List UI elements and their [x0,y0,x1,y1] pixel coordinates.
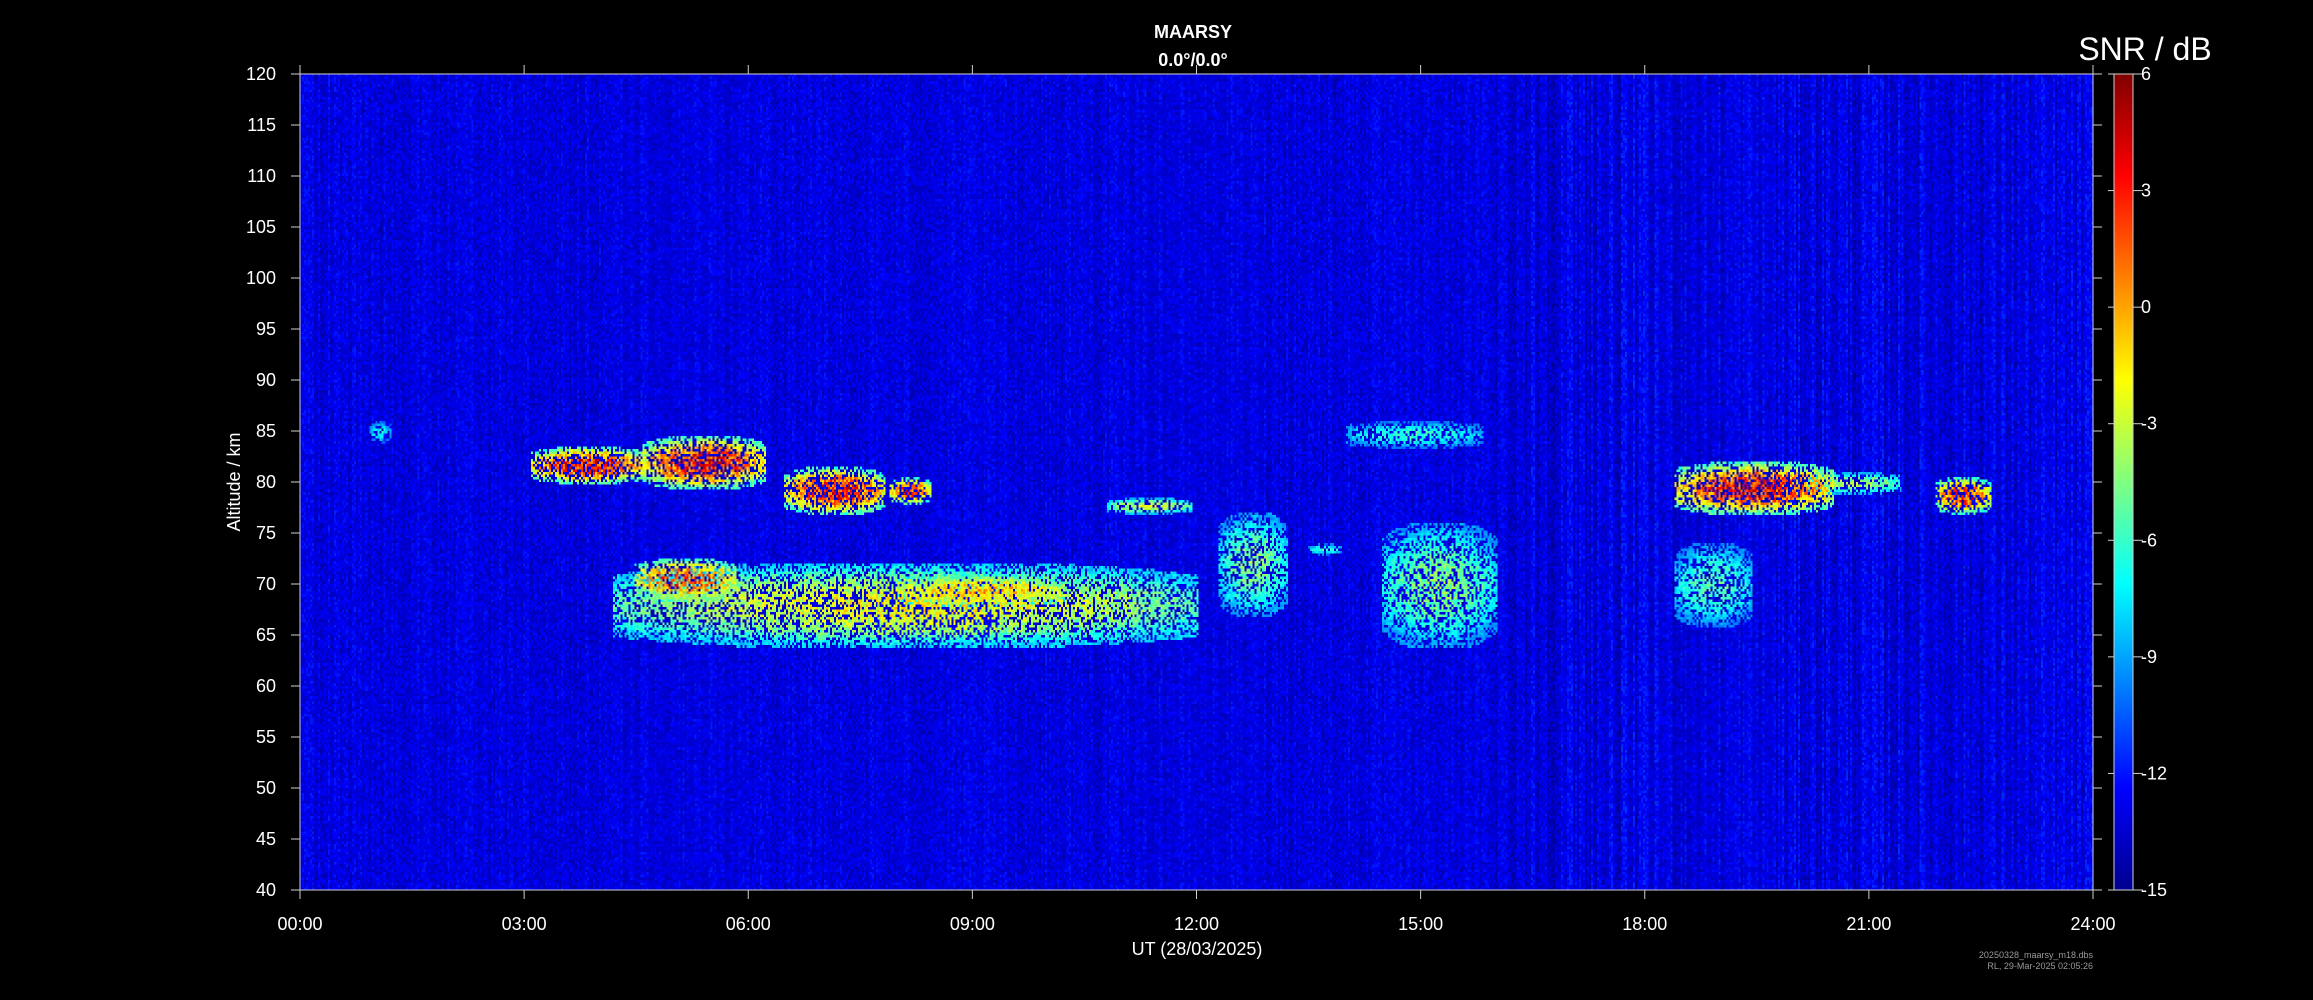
x-tick-label: 24:00 [2070,914,2115,934]
chart-subtitle: 0.0°/0.0° [1158,50,1227,70]
colorbar-tick-label: 0 [2141,297,2151,317]
y-tick-label: 115 [247,115,276,135]
x-tick-label: 00:00 [277,914,322,934]
colorbar: SNR / dB 6 3 0 -3 -6 -9 -12 -15 [2078,31,2211,900]
y-tick-label: 110 [247,166,276,186]
y-axis-label: Altitude / km [224,432,244,531]
y-tick-label: 75 [256,523,276,543]
radar-snr-figure: MAARSY 0.0°/0.0° 00:00 03:00 06:00 09:00 12:… [224,22,2212,971]
x-tick-label: 18:00 [1622,914,1667,934]
colorbar-tick-label: -15 [2141,880,2167,900]
y-tick-label: 55 [256,727,276,747]
y-tick-label: 80 [256,472,276,492]
footer-filename: 20250328_maarsy_m18.dbs [1979,950,2094,960]
footer-timestamp: RL, 29-Mar-2025 02:05:26 [1987,961,2093,971]
y-tick-label: 50 [256,778,276,798]
colorbar-tick-label: 6 [2141,64,2151,84]
y-tick-label: 105 [246,217,276,237]
y-tick-label: 45 [256,829,276,849]
x-tick-label: 03:00 [502,914,547,934]
x-tick-label: 12:00 [1174,914,1219,934]
y-tick-label: 95 [256,319,276,339]
y-tick-label: 60 [256,676,276,696]
x-tick-label: 15:00 [1398,914,1443,934]
heatmap-plot-area [300,74,2093,890]
colorbar-tick-label: -9 [2141,647,2157,667]
colorbar-tick-label: -12 [2141,763,2167,783]
chart-title: MAARSY [1154,22,1232,42]
y-tick-label: 70 [256,574,276,594]
y-tick-label: 90 [256,370,276,390]
colorbar-tick-label: -6 [2141,530,2157,550]
colorbar-tick-label: -3 [2141,414,2157,434]
y-tick-label: 85 [256,421,276,441]
heatmap-image [300,74,2093,890]
x-tick-label: 21:00 [1846,914,1891,934]
x-tick-label: 06:00 [726,914,771,934]
colorbar-tick-label: 3 [2141,181,2151,201]
x-tick-label: 09:00 [950,914,995,934]
colorbar-gradient [2113,73,2134,891]
x-axis-label: UT (28/03/2025) [1132,939,1263,959]
y-tick-label: 65 [256,625,276,645]
y-tick-label: 40 [256,880,276,900]
colorbar-label: SNR / dB [2078,31,2211,67]
y-tick-label: 120 [246,64,276,84]
y-tick-label: 100 [246,268,276,288]
